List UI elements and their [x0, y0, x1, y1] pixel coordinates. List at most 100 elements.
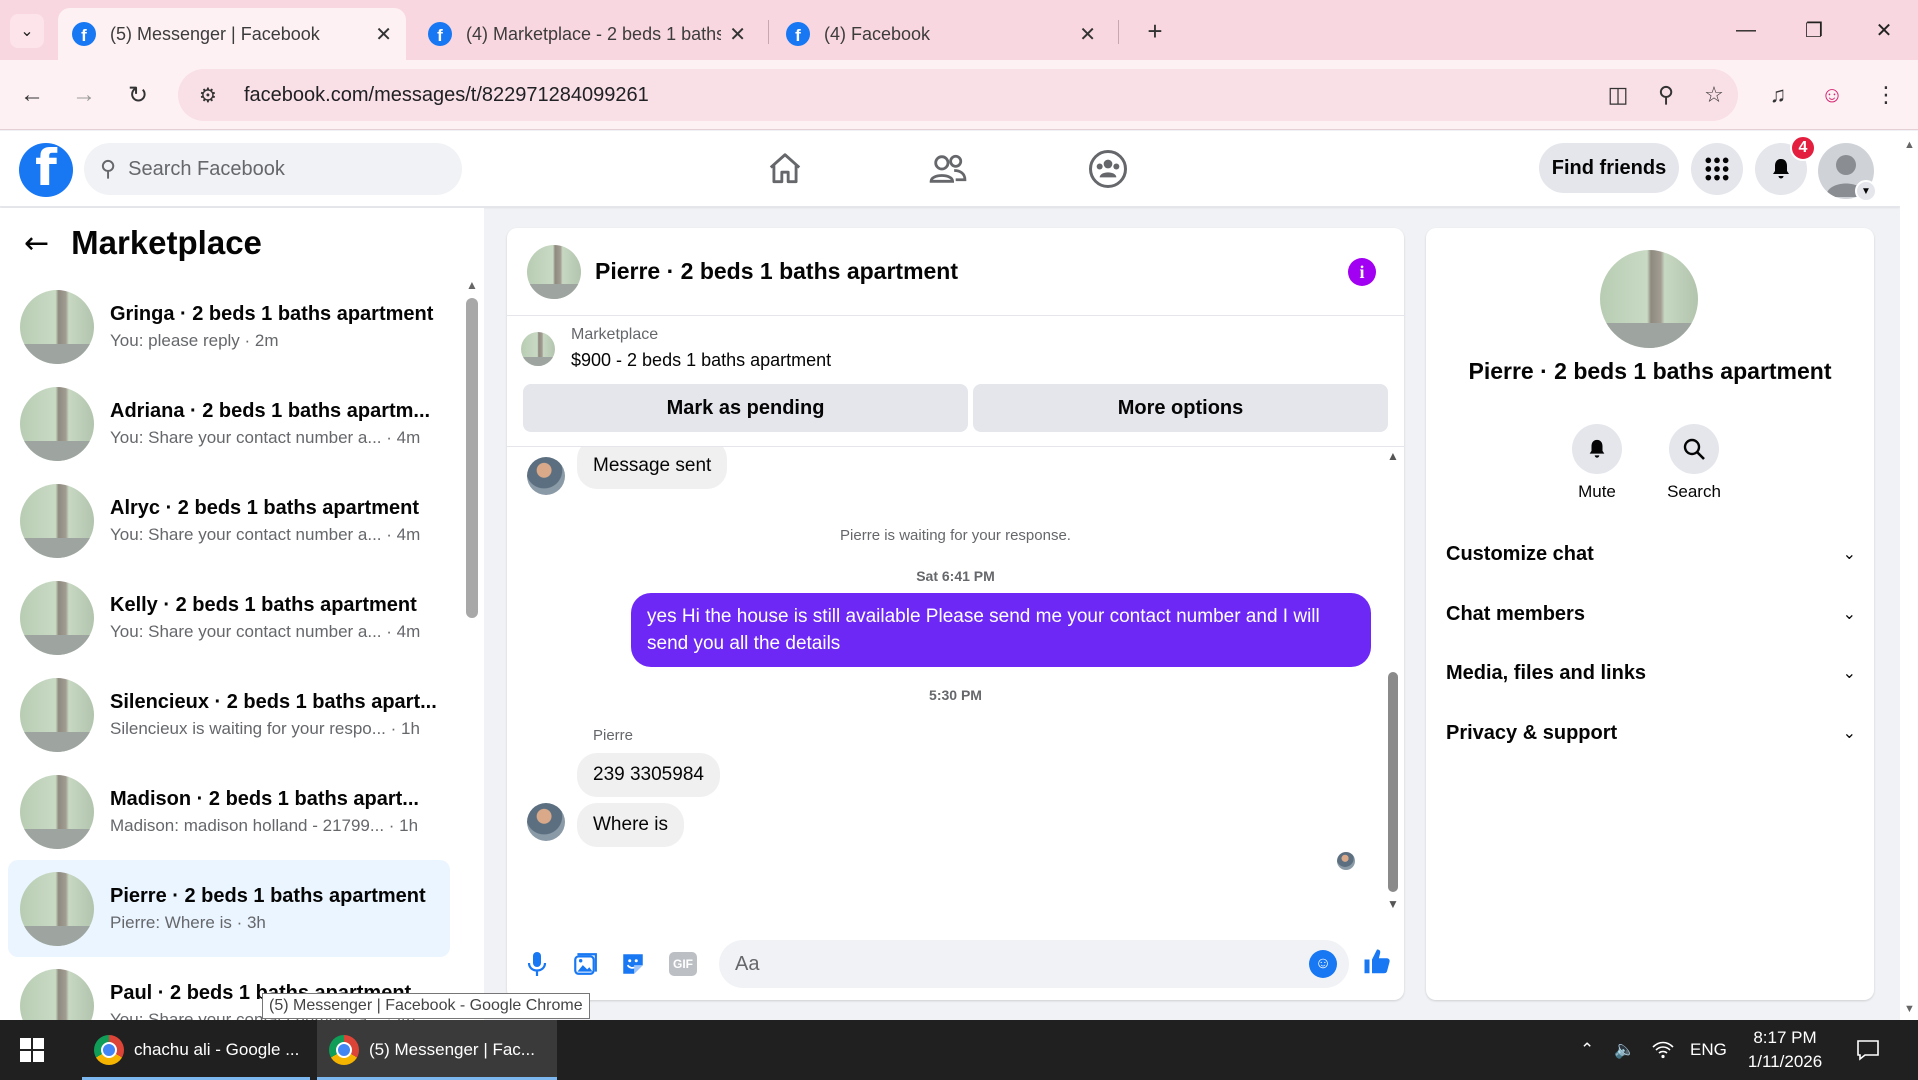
page-scroll-up-icon[interactable]: ▲ [1904, 139, 1915, 151]
chat-scroll-down-icon[interactable]: ▼ [1387, 897, 1399, 911]
close-window-icon[interactable]: ✕ [1864, 12, 1904, 48]
groups-icon[interactable] [1086, 147, 1130, 191]
thumbs-up-icon[interactable] [1361, 946, 1393, 978]
message-input-container[interactable]: ☺ [719, 940, 1349, 988]
tab-search-dropdown-icon[interactable]: ⌄ [10, 14, 44, 48]
close-tab-icon[interactable]: ✕ [1079, 22, 1096, 47]
sticker-icon[interactable] [617, 948, 649, 980]
more-options-button[interactable]: More options [973, 384, 1388, 432]
photo-icon[interactable] [569, 948, 601, 980]
timestamp: Sat 6:41 PM [916, 568, 995, 584]
tab-messenger[interactable]: f (5) Messenger | Facebook ✕ [58, 8, 406, 60]
media-files-links-section[interactable]: Media, files and links ⌄ [1446, 653, 1856, 693]
conversation-item[interactable]: Adriana · 2 beds 1 baths apartm... You: … [8, 375, 450, 472]
section-label: Customize chat [1446, 542, 1594, 565]
search-action[interactable]: Search [1654, 424, 1734, 502]
chevron-down-icon: ⌄ [1842, 725, 1856, 742]
chrome-icon [329, 1035, 359, 1065]
taskbar-chrome-window[interactable]: chachu ali - Google ... [82, 1020, 310, 1080]
tab-title: (4) Facebook [824, 23, 931, 44]
gif-icon[interactable]: GIF [669, 952, 697, 976]
minimize-icon[interactable]: — [1726, 12, 1766, 48]
close-tab-icon[interactable]: ✕ [375, 22, 392, 47]
address-bar[interactable]: ⚙ facebook.com/messages/t/82297128409926… [178, 69, 1738, 121]
message-bubble-incoming[interactable]: 239 3305984 [577, 753, 720, 797]
page-scroll-down-icon[interactable]: ▼ [1904, 1003, 1915, 1015]
new-tab-plus-icon[interactable]: + [1138, 14, 1172, 48]
facebook-search[interactable]: ⚲ [84, 143, 462, 195]
conversation-item[interactable]: Madison · 2 beds 1 baths apart... Madiso… [8, 763, 450, 860]
menu-grid-icon[interactable] [1691, 143, 1743, 195]
profile-listing-thumbnail[interactable] [1600, 250, 1698, 348]
sender-avatar[interactable] [527, 457, 565, 495]
microphone-icon[interactable] [521, 948, 553, 980]
listing-summary[interactable]: Marketplace $900 - 2 beds 1 baths apartm… [521, 326, 831, 371]
conversation-item[interactable]: Gringa · 2 beds 1 baths apartment You: p… [8, 278, 450, 375]
chrome-menu-icon[interactable]: ⋮ [1866, 75, 1906, 115]
zoom-icon[interactable]: ⚲ [1642, 82, 1690, 108]
close-tab-icon[interactable]: ✕ [729, 22, 746, 47]
chat-listing-thumbnail[interactable] [527, 244, 581, 299]
privacy-support-section[interactable]: Privacy & support ⌄ [1446, 713, 1856, 753]
conversation-item[interactable]: Silencieux · 2 beds 1 baths apart... Sil… [8, 666, 450, 763]
find-friends-button[interactable]: Find friends [1539, 143, 1679, 193]
volume-icon[interactable]: 🔈 [1614, 1020, 1635, 1080]
sidebar-scroll-up-icon[interactable]: ▲ [466, 278, 478, 292]
notification-center-icon[interactable] [1856, 1020, 1880, 1080]
mark-as-pending-button[interactable]: Mark as pending [523, 384, 968, 432]
friends-icon[interactable] [926, 147, 970, 191]
conversation-preview: Pierre: Where is · 3h [110, 912, 266, 932]
tab-facebook[interactable]: f (4) Facebook ✕ [772, 8, 1110, 60]
mute-action[interactable]: Mute [1557, 424, 1637, 502]
chat-title[interactable]: Pierre · 2 beds 1 baths apartment [595, 258, 958, 285]
bookmark-star-icon[interactable]: ☆ [1690, 82, 1738, 108]
conversation-item[interactable]: Alryc · 2 beds 1 baths apartment You: Sh… [8, 472, 450, 569]
conversation-item-selected[interactable]: Pierre · 2 beds 1 baths apartment Pierre… [8, 860, 450, 957]
sender-avatar[interactable] [527, 803, 565, 841]
chevron-down-icon: ⌄ [1842, 606, 1856, 623]
emoji-icon[interactable]: ☺ [1309, 950, 1337, 978]
conversation-item[interactable]: Kelly · 2 beds 1 baths apartment You: Sh… [8, 569, 450, 666]
tab-marketplace[interactable]: f (4) Marketplace - 2 beds 1 baths ✕ [414, 8, 760, 60]
bell-icon[interactable] [1572, 424, 1622, 474]
conversation-preview: You: Share your contact number a... · 4m [110, 524, 421, 544]
media-controls-icon[interactable]: ♫ [1758, 75, 1798, 115]
customize-chat-section[interactable]: Customize chat ⌄ [1446, 534, 1856, 574]
show-hidden-icons-icon[interactable]: ⌃ [1580, 1020, 1594, 1080]
forward-icon[interactable]: → [64, 75, 104, 115]
info-icon[interactable]: i [1348, 258, 1376, 286]
search-icon[interactable] [1669, 424, 1719, 474]
account-chevron-down-icon[interactable]: ▼ [1855, 180, 1877, 202]
facebook-favicon-icon: f [72, 22, 96, 46]
windows-start-icon[interactable] [20, 1038, 44, 1062]
wifi-icon[interactable] [1652, 1020, 1674, 1080]
sidebar-scrollbar[interactable] [466, 298, 478, 618]
message-bubble-incoming[interactable]: Message sent [577, 447, 728, 489]
reload-icon[interactable]: ↻ [118, 75, 158, 115]
chat-scrollbar[interactable] [1388, 672, 1398, 892]
message-input[interactable] [735, 952, 1275, 976]
chat-scroll-up-icon[interactable]: ▲ [1387, 449, 1399, 463]
window-title-tooltip: (5) Messenger | Facebook - Google Chrome [262, 993, 590, 1019]
facebook-search-input[interactable] [128, 157, 429, 181]
home-icon[interactable] [763, 147, 807, 191]
page-scrollbar[interactable]: ▲ ▼ [1900, 131, 1918, 1020]
chrome-profile-icon[interactable]: ☺ [1812, 75, 1852, 115]
chat-members-section[interactable]: Chat members ⌄ [1446, 594, 1856, 634]
taskbar-chrome-window-active[interactable]: (5) Messenger | Fac... [317, 1020, 557, 1080]
search-label: Search [1667, 482, 1721, 501]
install-app-icon[interactable]: ◫ [1594, 82, 1642, 108]
conversation-preview: You: Share your contact number a... · 4m [110, 621, 421, 641]
back-arrow-icon[interactable]: ← [24, 226, 49, 261]
message-bubble-incoming[interactable]: Where is [577, 803, 684, 847]
facebook-logo-icon[interactable]: f [19, 143, 73, 197]
back-icon[interactable]: ← [12, 75, 52, 115]
url-text[interactable]: facebook.com/messages/t/822971284099261 [244, 84, 1594, 107]
message-bubble-outgoing[interactable]: yes Hi the house is still available Plea… [631, 593, 1371, 667]
facebook-favicon-icon: f [428, 22, 452, 46]
taskbar-clock[interactable]: 8:17 PM 1/11/2026 [1720, 1026, 1850, 1074]
message-composer: GIF ☺ [507, 928, 1404, 1000]
restore-icon[interactable]: ❐ [1794, 12, 1834, 48]
site-info-icon[interactable]: ⚙ [188, 83, 228, 108]
facebook-header: f ⚲ Find friends 4 ▼ [0, 131, 1900, 207]
